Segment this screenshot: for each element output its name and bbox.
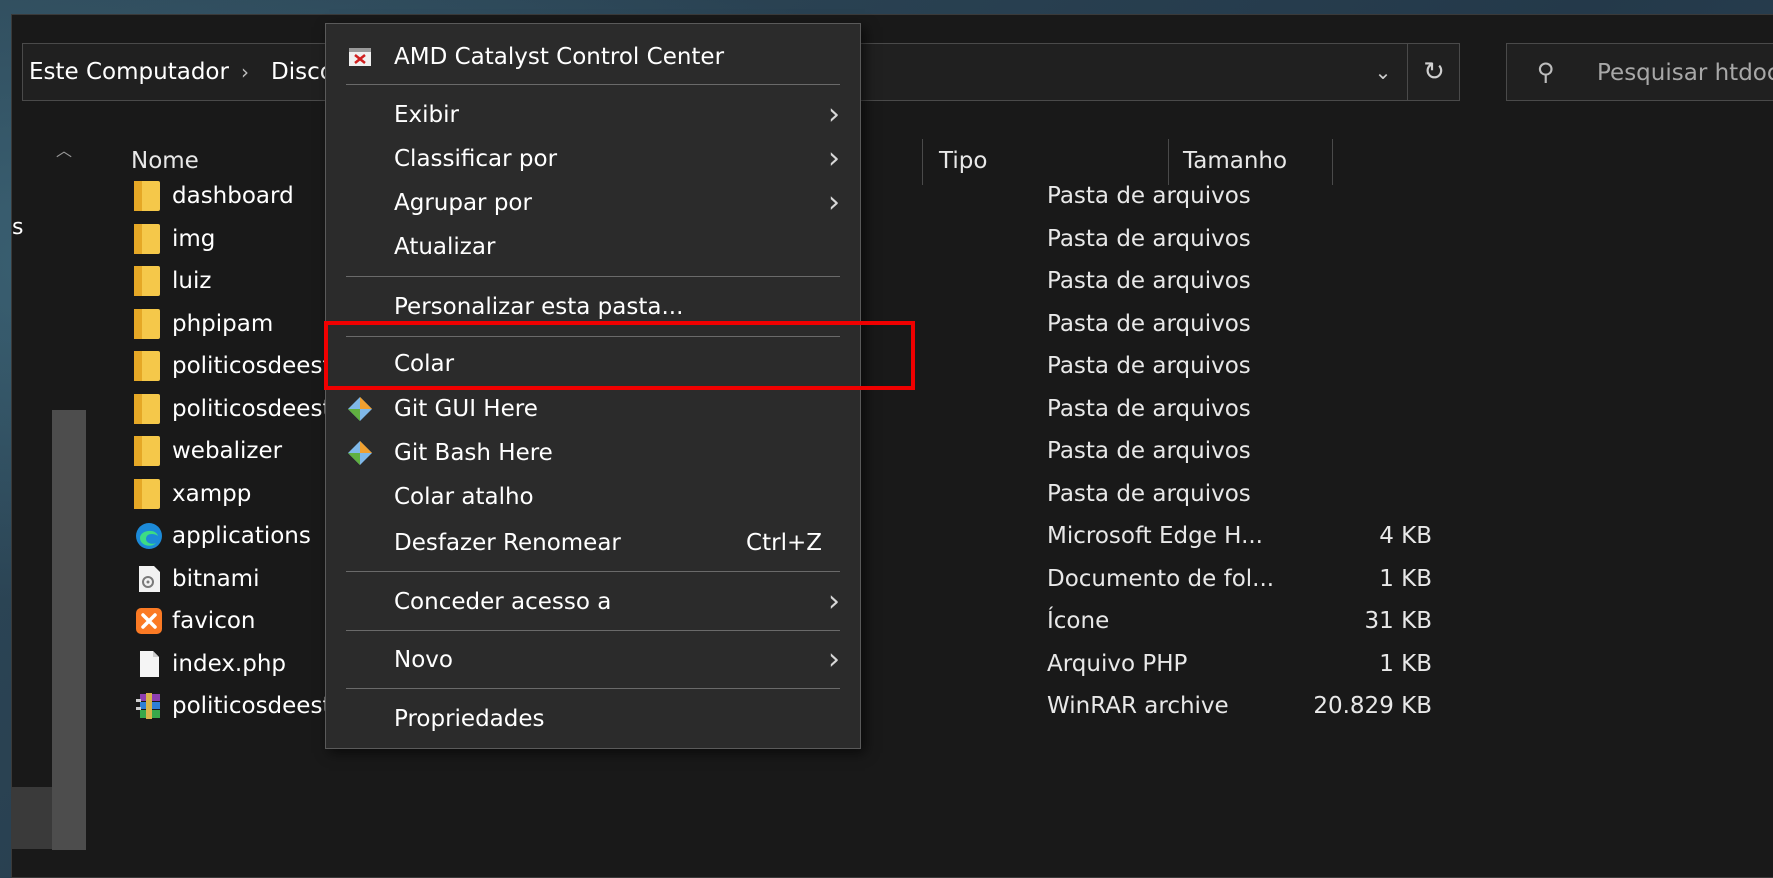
folder-icon bbox=[134, 436, 160, 466]
file-icon bbox=[140, 651, 159, 677]
file-name: bitnami bbox=[172, 566, 260, 592]
amd-catalyst-icon bbox=[349, 48, 371, 66]
file-name: applications bbox=[172, 523, 311, 549]
folder-icon bbox=[134, 266, 160, 296]
git-icon bbox=[348, 441, 372, 465]
file-type: Microsoft Edge H... bbox=[1047, 523, 1263, 549]
file-name: favicon bbox=[172, 608, 256, 634]
menu-item-novo[interactable]: Novo › bbox=[326, 638, 860, 682]
file-type: Pasta de arquivos bbox=[1047, 183, 1251, 209]
menu-item-exibir[interactable]: Exibir › bbox=[326, 93, 860, 137]
breadcrumb-este-computador[interactable]: Este Computador bbox=[29, 44, 229, 100]
file-type: Arquivo PHP bbox=[1047, 651, 1188, 677]
menu-item-label: Agrupar por bbox=[394, 190, 532, 216]
menu-item-label: Conceder acesso a bbox=[394, 589, 612, 615]
menu-item-label: Colar atalho bbox=[394, 484, 534, 510]
folder-icon bbox=[134, 394, 160, 424]
file-type: Pasta de arquivos bbox=[1047, 438, 1251, 464]
menu-item-label: Git Bash Here bbox=[394, 440, 553, 466]
file-name: xampp bbox=[172, 481, 252, 507]
menu-item-label: Desfazer Renomear bbox=[394, 530, 621, 556]
chevron-right-icon: › bbox=[828, 185, 840, 220]
chevron-right-icon: › bbox=[828, 584, 840, 619]
folder-icon bbox=[134, 224, 160, 254]
search-box[interactable]: ⚲ bbox=[1506, 43, 1773, 101]
menu-separator bbox=[346, 84, 840, 85]
menu-item-propriedades[interactable]: Propriedades bbox=[326, 697, 860, 741]
file-name: dashboard bbox=[172, 183, 294, 209]
file-name: politicosdeestir bbox=[172, 353, 348, 379]
menu-item-label: Exibir bbox=[394, 102, 459, 128]
folder-icon bbox=[134, 479, 160, 509]
nav-scroll-up-icon[interactable]: ︿ bbox=[56, 137, 72, 161]
file-type: Pasta de arquivos bbox=[1047, 311, 1251, 337]
file-type: Ícone bbox=[1047, 608, 1110, 634]
file-explorer-window: Este Computador › Disco ⌄ ↻ ⚲ ︿ s Nome T… bbox=[11, 14, 1773, 878]
winrar-icon bbox=[136, 693, 160, 719]
menu-item-label: Novo bbox=[394, 647, 453, 673]
search-input[interactable] bbox=[1595, 52, 1773, 94]
file-size: 1 KB bbox=[1379, 566, 1432, 592]
file-name: luiz bbox=[172, 268, 212, 294]
menu-item-git-gui[interactable]: Git GUI Here bbox=[326, 387, 860, 431]
menu-separator bbox=[346, 276, 840, 277]
xampp-icon bbox=[136, 608, 162, 634]
menu-item-agrupar-por[interactable]: Agrupar por › bbox=[326, 181, 860, 225]
nav-item-selected[interactable] bbox=[12, 787, 52, 849]
file-size: 1 KB bbox=[1379, 651, 1432, 677]
folder-icon bbox=[134, 181, 160, 211]
refresh-icon[interactable]: ↻ bbox=[1407, 44, 1460, 100]
chevron-right-icon: › bbox=[828, 141, 840, 176]
file-name: politicosdeestir bbox=[172, 396, 348, 422]
menu-item-git-bash[interactable]: Git Bash Here bbox=[326, 431, 860, 475]
file-type: WinRAR archive bbox=[1047, 693, 1229, 719]
menu-item-label: Git GUI Here bbox=[394, 396, 538, 422]
menu-item-label: Propriedades bbox=[394, 706, 545, 732]
file-name: webalizer bbox=[172, 438, 283, 464]
edge-icon bbox=[136, 523, 162, 549]
menu-item-amd-catalyst[interactable]: AMD Catalyst Control Center bbox=[326, 35, 860, 79]
menu-separator bbox=[346, 571, 840, 572]
chevron-right-icon: › bbox=[828, 97, 840, 132]
file-name: img bbox=[172, 226, 216, 252]
menu-item-label: Atualizar bbox=[394, 234, 496, 260]
search-icon: ⚲ bbox=[1537, 58, 1555, 86]
menu-item-shortcut: Ctrl+Z bbox=[746, 530, 822, 556]
file-size: 4 KB bbox=[1379, 523, 1432, 549]
git-icon bbox=[348, 397, 372, 421]
folder-icon bbox=[134, 351, 160, 381]
file-name: phpipam bbox=[172, 311, 274, 337]
file-type: Pasta de arquivos bbox=[1047, 226, 1251, 252]
file-size: 20.829 KB bbox=[1313, 693, 1432, 719]
file-size: 31 KB bbox=[1364, 608, 1432, 634]
address-dropdown-icon[interactable]: ⌄ bbox=[1361, 44, 1405, 100]
breadcrumb-chevron-icon[interactable]: › bbox=[241, 44, 249, 100]
menu-item-label: Classificar por bbox=[394, 146, 558, 172]
file-type: Pasta de arquivos bbox=[1047, 396, 1251, 422]
menu-item-atualizar[interactable]: Atualizar bbox=[326, 225, 860, 269]
chevron-right-icon: › bbox=[828, 642, 840, 677]
file-type: Documento de fol... bbox=[1047, 566, 1275, 592]
folder-icon bbox=[134, 309, 160, 339]
file-type: Pasta de arquivos bbox=[1047, 481, 1251, 507]
menu-item-desfazer-renomear[interactable]: Desfazer Renomear Ctrl+Z bbox=[326, 521, 860, 565]
file-type: Pasta de arquivos bbox=[1047, 268, 1251, 294]
menu-item-label: AMD Catalyst Control Center bbox=[394, 44, 725, 70]
file-name: politicosdeestir bbox=[172, 693, 348, 719]
stylesheet-icon bbox=[139, 566, 160, 592]
file-type: Pasta de arquivos bbox=[1047, 353, 1251, 379]
nav-scrollbar-thumb[interactable] bbox=[52, 410, 86, 850]
highlight-annotation bbox=[324, 321, 915, 390]
menu-item-colar-atalho[interactable]: Colar atalho bbox=[326, 475, 860, 519]
menu-separator bbox=[346, 688, 840, 689]
menu-separator bbox=[346, 630, 840, 631]
menu-item-classificar-por[interactable]: Classificar por › bbox=[326, 137, 860, 181]
nav-item-label[interactable]: s bbox=[12, 215, 23, 240]
file-name: index.php bbox=[172, 651, 287, 677]
menu-item-conceder-acesso[interactable]: Conceder acesso a › bbox=[326, 580, 860, 624]
